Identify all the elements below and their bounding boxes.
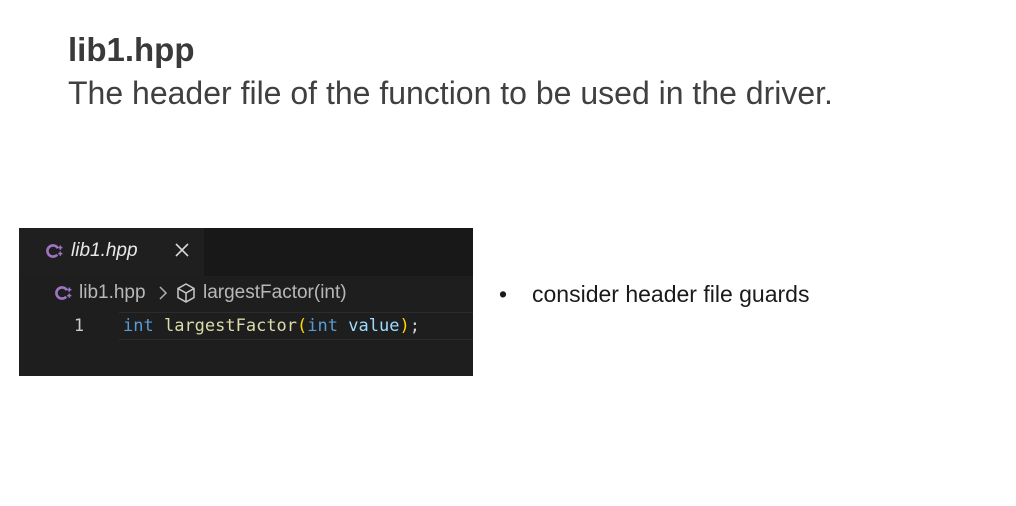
breadcrumb-file[interactable]: lib1.hpp [79, 281, 146, 305]
token-keyword: int [307, 316, 338, 336]
bullet-dot: • [499, 281, 508, 307]
tab-label: lib1.hpp [71, 240, 138, 261]
breadcrumb: lib1.hpp largestFactor(int) [19, 276, 473, 312]
code-line: 1 int largestFactor(int value); [19, 312, 473, 340]
token-function: largestFactor [163, 316, 298, 336]
cpp-file-icon [55, 286, 72, 300]
token-parameter: value [348, 316, 400, 336]
slide-subtitle: The header file of the function to be us… [68, 75, 833, 111]
close-icon[interactable] [173, 241, 191, 259]
method-cube-icon [177, 283, 195, 303]
code-editor: lib1.hpp lib1.hpp largestFactor(int) 1 i… [19, 228, 473, 376]
breadcrumb-symbol[interactable]: largestFactor(int) [203, 281, 347, 305]
tab-lib1-hpp[interactable]: lib1.hpp [19, 228, 204, 276]
bullet-item: • consider header file guards [497, 279, 809, 309]
slide-title: lib1.hpp [68, 31, 195, 68]
token-bracket: ( [297, 316, 308, 336]
chevron-right-icon [159, 286, 168, 300]
bullet-list: • consider header file guards [497, 279, 809, 309]
token-punctuation: ; [409, 316, 420, 336]
cpp-file-icon [46, 244, 63, 258]
editor-tab-bar: lib1.hpp [19, 228, 473, 276]
bullet-text: consider header file guards [532, 281, 810, 307]
line-number: 1 [73, 316, 85, 336]
token-keyword: int [123, 316, 154, 336]
code-text[interactable]: int largestFactor(int value); [123, 314, 420, 338]
token-bracket: ) [399, 316, 410, 336]
